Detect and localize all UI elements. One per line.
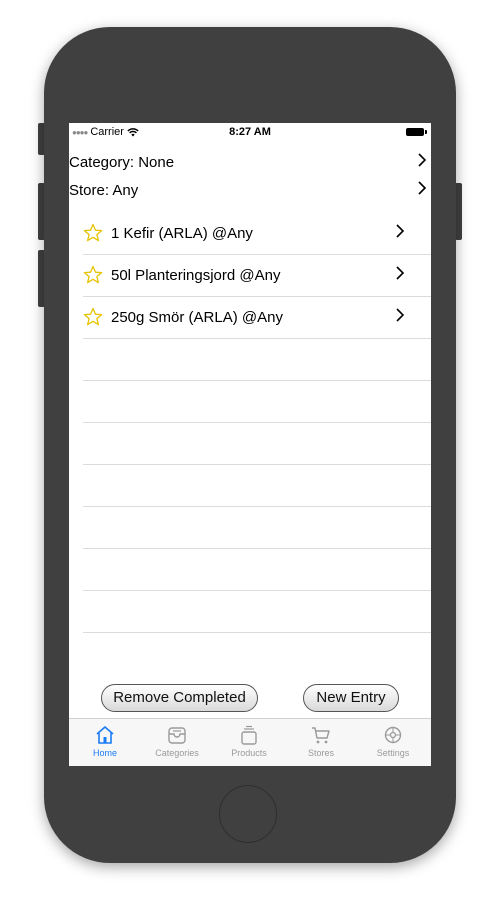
item-label: 50l Planteringsjord @Any [111,267,281,284]
category-filter-label: Category: None [69,154,175,171]
empty-row [83,423,431,465]
tab-categories[interactable]: Categories [141,723,213,766]
list-item[interactable]: 250g Smör (ARLA) @Any [83,297,431,339]
tab-label: Home [92,748,117,758]
action-bar: Remove Completed New Entry [69,684,431,716]
list-item[interactable]: 1 Kefir (ARLA) @Any [83,213,431,255]
empty-row [83,465,431,507]
chevron-right-icon [395,307,405,323]
item-label: 1 Kefir (ARLA) @Any [111,225,253,242]
home-icon [96,726,114,744]
tab-label: Categories [155,748,199,758]
shopping-list: 1 Kefir (ARLA) @Any 50l Planteringsjord … [69,213,431,633]
store-filter-row[interactable]: Store: Any [69,178,431,204]
tab-label: Settings [376,748,410,758]
tab-products[interactable]: Products [213,723,285,766]
cart-icon [312,727,330,744]
store-filter-label: Store: Any [69,182,139,199]
status-bar: ●●●● Carrier 8:27 AM [69,123,431,141]
products-icon [241,725,257,745]
empty-row [83,591,431,633]
categories-icon [168,727,186,744]
star-icon[interactable] [83,307,103,327]
chevron-right-icon [395,223,405,239]
star-icon[interactable] [83,265,103,285]
tab-label: Products [231,748,267,758]
tab-home[interactable]: Home [69,723,141,766]
empty-row [83,381,431,423]
tab-label: Stores [307,748,334,758]
app-screen: ●●●● Carrier 8:27 AM Category: None Stor… [69,123,431,766]
empty-row [83,339,431,381]
empty-row [83,507,431,549]
tab-settings[interactable]: Settings [357,723,429,766]
remove-completed-button[interactable]: Remove Completed [101,684,258,712]
chevron-right-icon [417,180,427,196]
chevron-right-icon [395,265,405,281]
category-filter-row[interactable]: Category: None [69,150,431,176]
home-hardware-button[interactable] [219,785,277,843]
tab-stores[interactable]: Stores [285,723,357,766]
chevron-right-icon [417,152,427,168]
list-item[interactable]: 50l Planteringsjord @Any [83,255,431,297]
item-label: 250g Smör (ARLA) @Any [111,309,283,326]
gear-icon [384,726,402,744]
new-entry-button[interactable]: New Entry [303,684,399,712]
star-icon[interactable] [83,223,103,243]
battery-icon [406,128,427,136]
power-button [455,183,462,240]
status-time: 8:27 AM [229,126,271,138]
empty-row [83,549,431,591]
tab-bar: Home Categories Products Stores Settings [69,718,431,766]
